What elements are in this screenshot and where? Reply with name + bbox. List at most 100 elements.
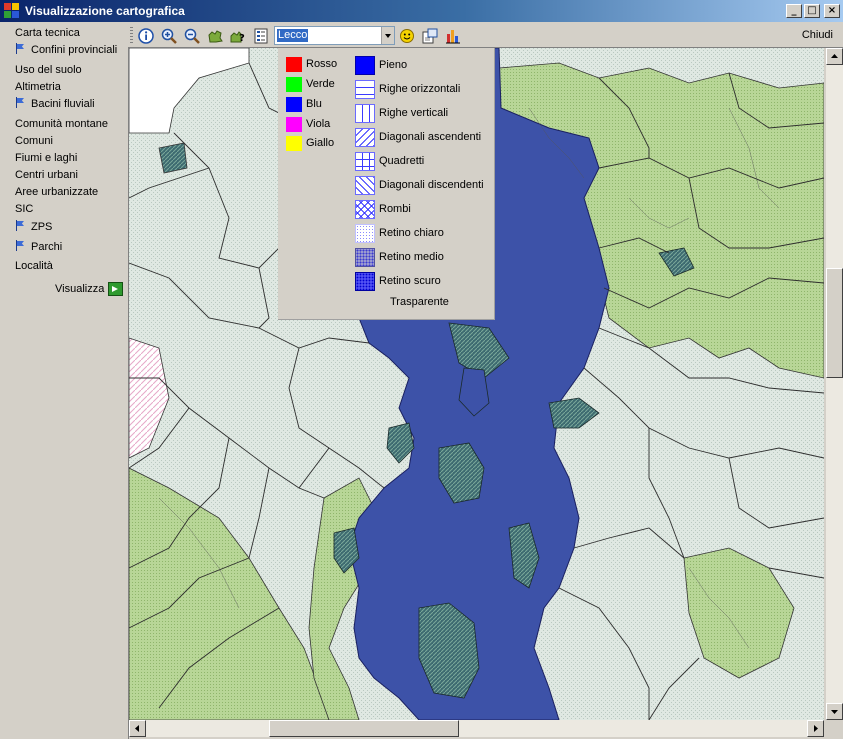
color-label: Rosso — [306, 58, 338, 70]
pattern-swatch — [355, 247, 375, 267]
color-swatch — [286, 56, 302, 72]
layer-sic[interactable]: SIC — [15, 202, 33, 217]
layer-comuni[interactable]: Comuni — [15, 134, 53, 149]
layer-localita[interactable]: Località — [15, 259, 53, 274]
combo-selected-value: Lecco — [277, 29, 309, 42]
zoom-in-button[interactable] — [160, 27, 177, 44]
pattern-option-righe-orizzontali[interactable]: Righe orizzontali — [355, 79, 460, 99]
pattern-option-quadretti[interactable]: Quadretti — [355, 151, 424, 171]
color-swatch — [286, 76, 302, 92]
pattern-swatch — [355, 103, 375, 123]
flag-icon — [15, 97, 26, 108]
zoom-in-icon — [161, 28, 177, 44]
pattern-swatch — [355, 151, 375, 171]
pan-icon — [207, 29, 223, 42]
info-icon — [137, 27, 154, 44]
zoom-out-button[interactable] — [183, 27, 200, 44]
horizontal-scroll-thumb[interactable] — [269, 720, 459, 737]
color-option-giallo[interactable]: Giallo — [286, 135, 334, 151]
color-option-viola[interactable]: Viola — [286, 116, 330, 132]
map-toolbar: ? Lecco Chiudi — [128, 24, 843, 47]
flag-icon — [15, 240, 26, 251]
vertical-scrollbar[interactable] — [826, 48, 843, 720]
layer-label: Uso del suolo — [15, 64, 82, 76]
scroll-right-button[interactable] — [807, 720, 824, 737]
scroll-down-button[interactable] — [826, 703, 843, 720]
layer-label: Comunità montane — [15, 118, 108, 130]
pattern-option-retino-chiaro[interactable]: Retino chiaro — [355, 223, 444, 243]
svg-text:?: ? — [239, 33, 245, 44]
arrow-up-icon — [831, 54, 838, 58]
chevron-down-icon[interactable] — [381, 27, 394, 44]
legend-icon — [254, 28, 267, 43]
layer-comunita-montane[interactable]: Comunità montane — [15, 117, 108, 132]
visualizza-button[interactable]: Visualizza — [55, 282, 124, 296]
style-picker-popup: Rosso Verde Blu Viola Giallo Pieno Righe… — [278, 48, 495, 320]
layer-parchi[interactable]: Parchi — [15, 240, 62, 255]
color-option-verde[interactable]: Verde — [286, 76, 335, 92]
visualizza-label: Visualizza — [55, 283, 105, 295]
minimize-button[interactable]: _ — [786, 4, 802, 18]
provincia-combobox[interactable]: Lecco — [274, 26, 395, 45]
flag-icon — [15, 220, 26, 231]
pattern-option-retino-scuro[interactable]: Retino scuro — [355, 271, 441, 291]
layer-fiumi-e-laghi[interactable]: Fiumi e laghi — [15, 151, 77, 166]
maximize-button[interactable]: □ — [804, 4, 820, 18]
vertical-scroll-thumb[interactable] — [826, 268, 843, 378]
layer-label: ZPS — [31, 221, 53, 233]
pattern-option-diagonali-discendenti[interactable]: Diagonali discendenti — [355, 175, 484, 195]
layer-aree-urbanizzate[interactable]: Aree urbanizzate — [15, 185, 98, 200]
info-button[interactable] — [137, 27, 154, 44]
pattern-label: Retino medio — [379, 251, 444, 263]
identify-button[interactable]: ? — [229, 27, 246, 44]
layer-bacini-fluviali[interactable]: Bacini fluviali — [15, 97, 95, 112]
export-button[interactable] — [421, 27, 438, 44]
pattern-option-pieno[interactable]: Pieno — [355, 55, 407, 75]
pattern-label: Pieno — [379, 59, 408, 71]
pattern-swatch — [355, 271, 375, 291]
pattern-option-righe-verticali[interactable]: Righe verticali — [355, 103, 448, 123]
chart-icon — [445, 29, 460, 43]
pattern-swatch — [355, 127, 375, 147]
close-window-button[interactable]: × — [824, 4, 840, 18]
layer-zps[interactable]: ZPS — [15, 220, 52, 235]
layer-label: Aree urbanizzate — [15, 186, 99, 198]
pattern-option-diagonali-ascendenti[interactable]: Diagonali ascendenti — [355, 127, 481, 147]
title-bar: Visualizzazione cartografica _ □ × — [0, 0, 843, 22]
layer-uso-del-suolo[interactable]: Uso del suolo — [15, 63, 82, 78]
layer-carta-tecnica[interactable]: Carta tecnica — [15, 26, 80, 41]
smiley-button[interactable] — [398, 27, 415, 44]
scroll-left-button[interactable] — [129, 720, 146, 737]
layer-label: Altimetria — [15, 81, 61, 93]
layer-centri-urbani[interactable]: Centri urbani — [15, 168, 78, 183]
layer-altimetria[interactable]: Altimetria — [15, 80, 61, 95]
color-swatch — [286, 135, 302, 151]
arrow-left-icon — [135, 725, 139, 732]
color-option-blu[interactable]: Blu — [286, 96, 322, 112]
layer-confini-provinciali[interactable]: Confini provinciali — [15, 43, 117, 58]
layer-label: Centri urbani — [15, 169, 78, 181]
horizontal-scrollbar[interactable] — [129, 720, 824, 737]
color-label: Giallo — [306, 137, 335, 149]
layer-label: Fiumi e laghi — [15, 152, 78, 164]
color-option-rosso[interactable]: Rosso — [286, 56, 337, 72]
arrow-right-icon — [814, 725, 818, 732]
chart-button[interactable] — [444, 27, 461, 44]
legend-button[interactable] — [252, 27, 269, 44]
scroll-up-button[interactable] — [826, 48, 843, 65]
pattern-option-trasparente[interactable]: Trasparente — [390, 296, 449, 308]
pattern-option-retino-medio[interactable]: Retino medio — [355, 247, 444, 267]
layer-label: Carta tecnica — [15, 27, 80, 39]
green-area-small — [158, 142, 188, 174]
flag-icon — [15, 43, 26, 54]
toolbar-grip[interactable] — [130, 27, 133, 43]
smiley-icon — [399, 28, 414, 43]
color-swatch — [286, 116, 302, 132]
pan-button[interactable] — [206, 27, 223, 44]
pattern-label: Righe orizzontali — [379, 83, 461, 95]
pattern-option-rombi[interactable]: Rombi — [355, 199, 411, 219]
pattern-label: Retino scuro — [379, 275, 441, 287]
arrow-down-icon — [831, 710, 838, 714]
pattern-label: Righe verticali — [379, 107, 449, 119]
chiudi-button[interactable]: Chiudi — [802, 29, 833, 41]
